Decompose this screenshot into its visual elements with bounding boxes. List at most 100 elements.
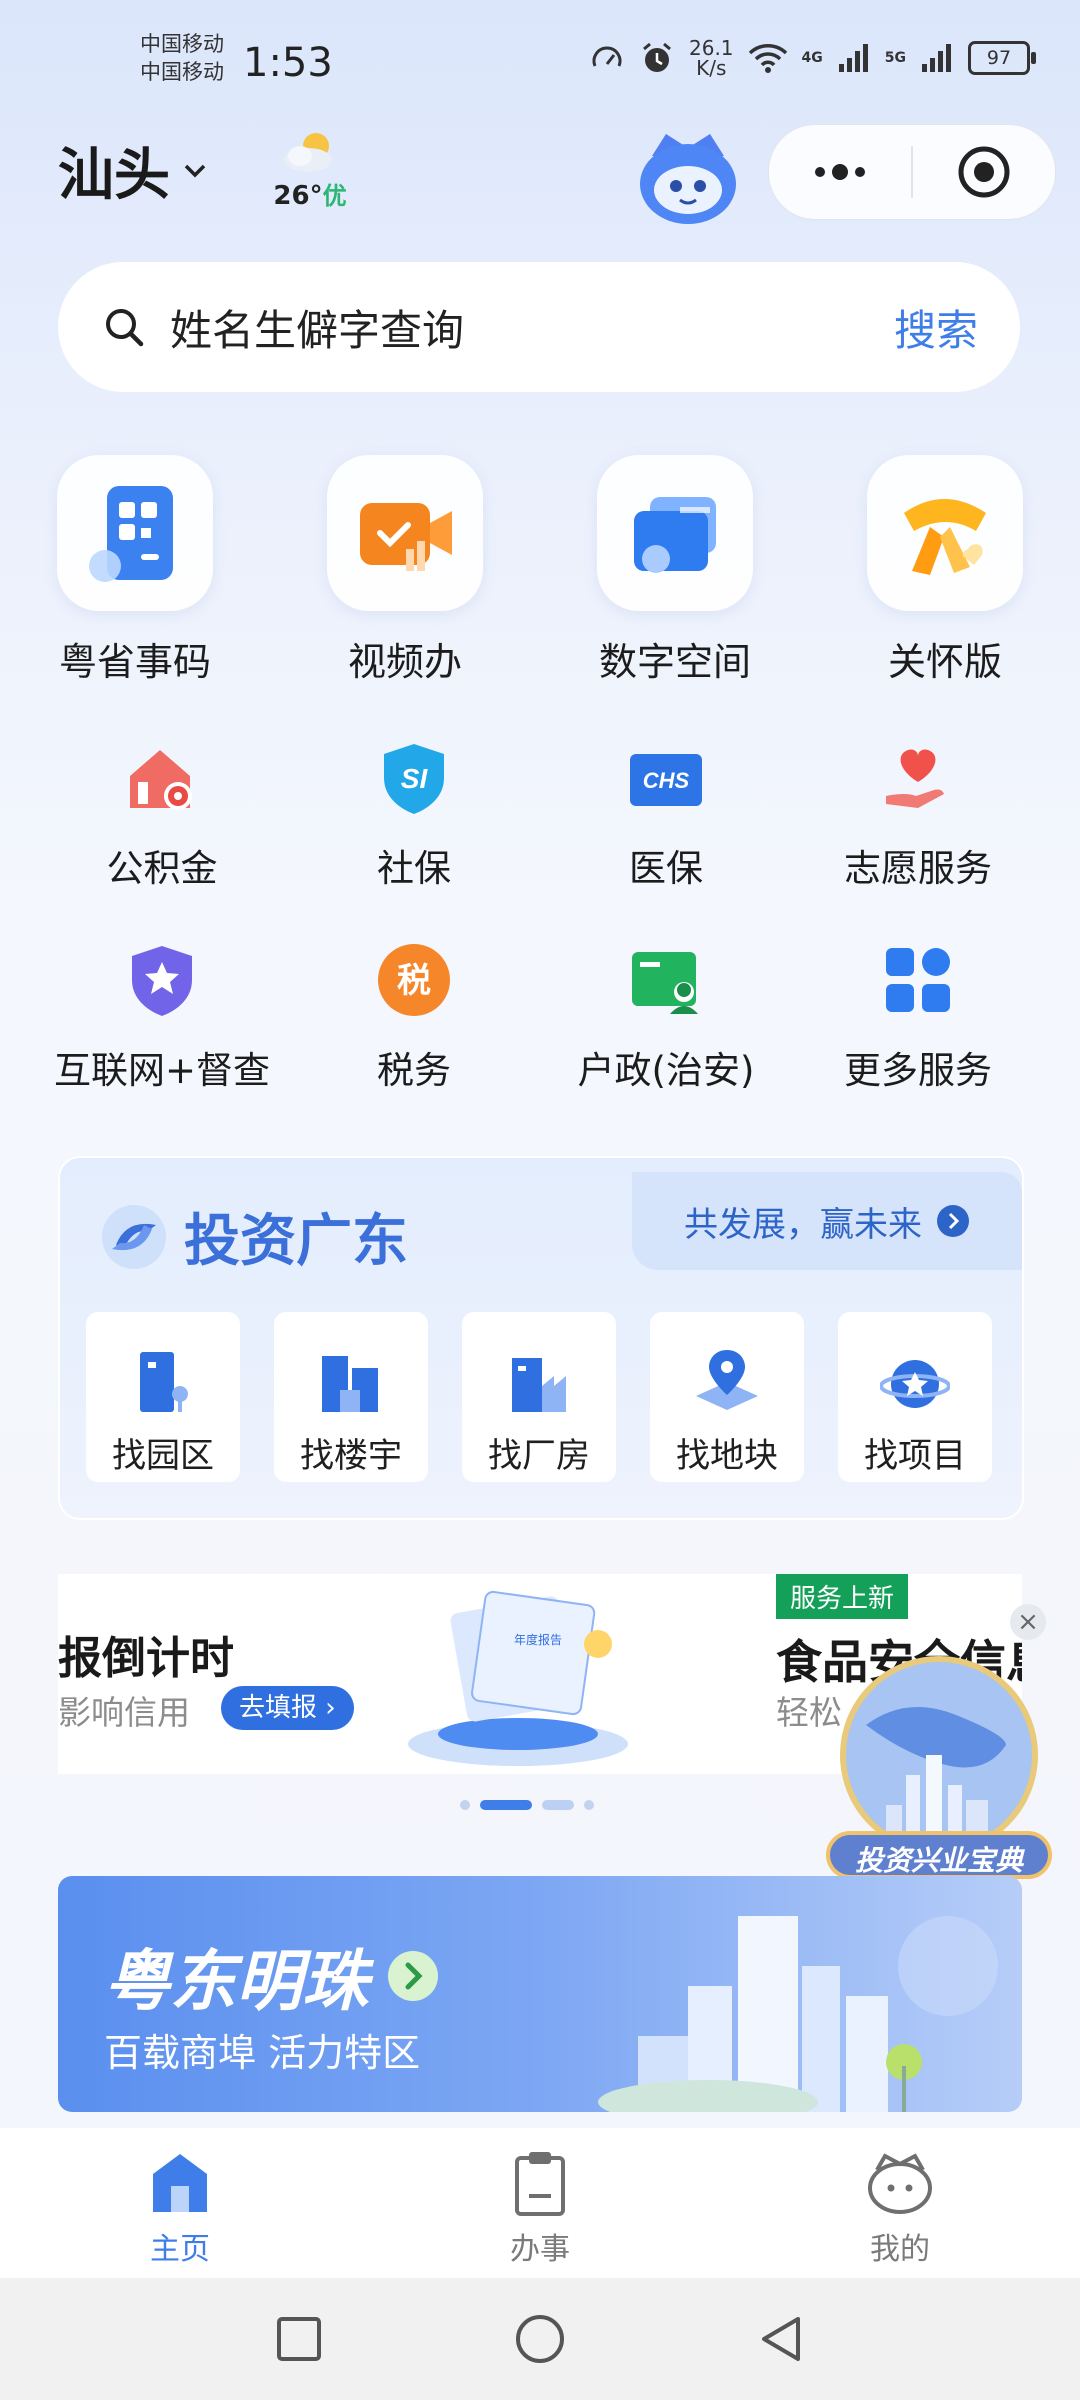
tab-label: 办事 [510, 2232, 570, 2267]
city-skyline-illustration [598, 1916, 998, 2112]
tab-home[interactable]: 主页 [0, 2128, 360, 2278]
battery-icon: 97 [968, 41, 1036, 75]
city-name: 汕头 [58, 143, 170, 208]
finder-park[interactable]: 找园区 [86, 1312, 240, 1482]
invest-logo-icon [102, 1204, 166, 1269]
search-input[interactable]: 姓名生僻字查询 [170, 297, 894, 358]
system-nav-bar [0, 2278, 1080, 2400]
service-video-office[interactable]: 视频办 [295, 455, 515, 686]
medical-insurance-icon: CHS [626, 738, 706, 818]
service-label: 志愿服务 [844, 847, 992, 890]
signal-icon-2 [922, 44, 951, 72]
finder-building[interactable]: 找楼宇 [274, 1312, 428, 1482]
finder-label: 找项目 [864, 1436, 966, 1476]
finder-label: 找地块 [676, 1436, 778, 1476]
tab-label: 主页 [150, 2232, 210, 2267]
mini-program-capsule [768, 124, 1056, 220]
service-medical-insurance[interactable]: CHS 医保 [541, 738, 791, 892]
carousel-indicator [460, 1800, 594, 1810]
park-icon [86, 1336, 240, 1416]
wifi-icon [748, 44, 787, 73]
building-icon [274, 1336, 428, 1416]
service-care-edition[interactable]: 关怀版 [835, 455, 1055, 686]
arrow-right-circle-icon [937, 1205, 969, 1237]
banner-fill-button[interactable]: 去填报 › [221, 1686, 354, 1730]
finder-label: 找厂房 [488, 1436, 590, 1476]
service-volunteer[interactable]: 志愿服务 [793, 738, 1043, 892]
pearl-title: 粤东明珠 [104, 1928, 440, 2024]
status-time: 1:53 [243, 40, 333, 86]
service-label: 公积金 [106, 847, 218, 890]
service-more[interactable]: 更多服务 [793, 940, 1043, 1094]
household-id-icon [626, 940, 706, 1020]
service-tax[interactable]: 税 税务 [289, 940, 539, 1094]
search-bar[interactable]: 姓名生僻字查询 搜索 [58, 262, 1020, 392]
new-service-tag: 服务上新 [776, 1574, 909, 1619]
east-pearl-banner[interactable]: 粤东明珠 百载商埠 活力特区 [58, 1876, 1022, 2112]
service-digital-space[interactable]: 数字空间 [565, 455, 785, 686]
more-menu-button[interactable] [769, 125, 911, 219]
carousel-dot [584, 1800, 594, 1810]
invest-title-text: 投资广东 [184, 1209, 408, 1274]
service-housing-fund[interactable]: 公积金 [37, 738, 287, 892]
recent-apps-icon[interactable] [274, 2314, 324, 2364]
invest-title: 投资广东 [98, 1196, 408, 1277]
invest-slogan-button[interactable]: 共发展，赢未来 [632, 1172, 1022, 1270]
search-button[interactable]: 搜索 [894, 297, 978, 358]
service-label: 视频办 [347, 640, 462, 684]
banner-subtitle: 影响信用 [58, 1693, 190, 1732]
volunteer-heart-icon [878, 738, 958, 818]
service-label: 医保 [629, 847, 703, 890]
housing-fund-icon [122, 738, 202, 818]
tab-services[interactable]: 办事 [360, 2128, 720, 2278]
report-label: 年度报告 [514, 1632, 562, 1647]
svg-text:SI: SI [401, 763, 429, 794]
close-float-button[interactable]: × [1010, 1604, 1046, 1640]
carousel-dot [460, 1800, 470, 1810]
more-dots-icon [815, 164, 865, 180]
assistant-mascot-icon[interactable] [634, 126, 742, 226]
service-household-registration[interactable]: 户政(治安) [541, 940, 791, 1094]
signal-icon [838, 44, 868, 72]
service-label: 互联网+督查 [53, 1049, 270, 1092]
service-internet-supervision[interactable]: 互联网+督查 [37, 940, 287, 1094]
air-quality: 优 [322, 182, 347, 210]
weather-widget[interactable]: 26°优 [270, 128, 350, 211]
float-label: 投资兴业宝典 [854, 1844, 1023, 1877]
service-social-security[interactable]: SI 社保 [289, 738, 539, 892]
service-yueshengshi-code[interactable]: 粤省事码 [25, 455, 245, 686]
svg-text:税: 税 [397, 961, 431, 1001]
service-label: 税务 [377, 1049, 451, 1092]
pearl-subtitle: 百载商埠 活力特区 [104, 2031, 421, 2075]
net-type-1: 4G [801, 50, 823, 66]
city-selector[interactable]: 汕头 [58, 130, 208, 211]
cloudy-sun-icon [284, 133, 332, 172]
status-icons: 26.1 K/s 4G 5G 97 [589, 36, 1036, 80]
search-icon [106, 309, 144, 347]
speed-gauge-icon [592, 46, 622, 67]
arrow-right-circle-icon [388, 1951, 438, 2001]
video-camera-icon [327, 455, 483, 611]
finder-land[interactable]: 找地块 [650, 1312, 804, 1482]
tab-mine[interactable]: 我的 [720, 2128, 1080, 2278]
home-circle-icon[interactable] [513, 2312, 567, 2366]
close-program-button[interactable] [913, 125, 1055, 219]
profile-mascot-icon [868, 2153, 932, 2214]
finder-factory[interactable]: 找厂房 [462, 1312, 616, 1482]
social-security-icon: SI [374, 738, 454, 818]
home-icon [153, 2154, 207, 2212]
service-label: 户政(治安) [577, 1049, 755, 1092]
carrier-1: 中国移动 [140, 32, 224, 56]
invest-guangdong-card: 投资广东 共发展，赢未来 找园区 找楼宇 找厂房 找地块 找项目 [58, 1156, 1024, 1520]
finder-project[interactable]: 找项目 [838, 1312, 992, 1482]
back-triangle-icon[interactable] [756, 2314, 806, 2364]
investment-guide-float[interactable]: 投资兴业宝典 [826, 1655, 1052, 1881]
care-scarf-icon [867, 455, 1023, 611]
service-label: 粤省事码 [58, 640, 211, 684]
target-close-icon [958, 146, 1010, 198]
bottom-tab-bar: 主页 办事 我的 [0, 2128, 1080, 2278]
invest-slogan: 共发展，赢未来 [684, 1204, 922, 1245]
project-icon [838, 1336, 992, 1416]
carousel-dot-active [480, 1800, 532, 1810]
network-speed: 26.1 K/s [689, 36, 734, 80]
